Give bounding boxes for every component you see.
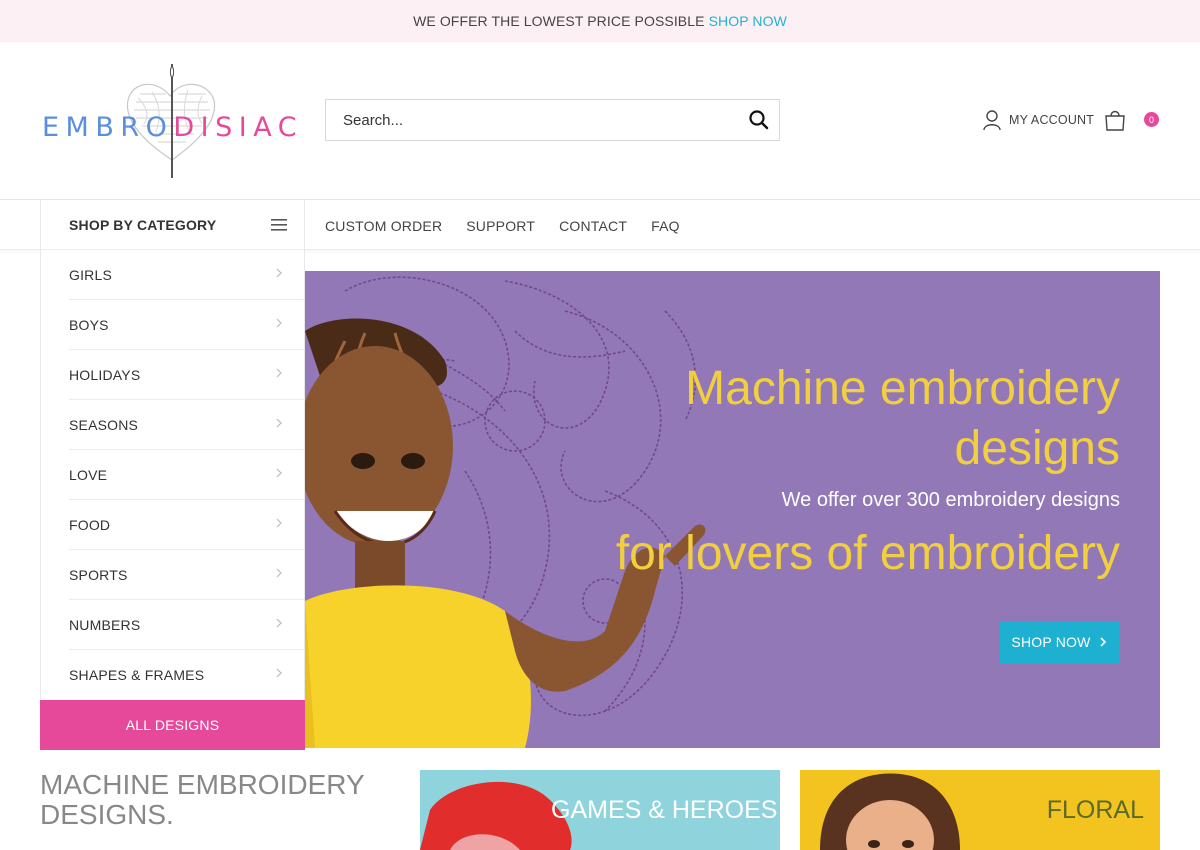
hero-shop-now-label: SHOP NOW xyxy=(1011,634,1091,650)
hamburger-menu-icon xyxy=(271,219,287,231)
category-label: FOOD xyxy=(69,517,111,533)
promo-card-floral[interactable]: FLORAL xyxy=(800,770,1160,850)
announcement-text: WE OFFER THE LOWEST PRICE POSSIBLE xyxy=(413,13,705,29)
promo-title-games-heroes: GAMES & HEROES xyxy=(551,796,778,824)
nav-links: CUSTOM ORDER SUPPORT CONTACT FAQ xyxy=(325,200,704,251)
hero-title: Machine embroidery designs xyxy=(685,359,1120,479)
chevron-right-icon xyxy=(276,468,282,478)
chevron-right-icon xyxy=(276,418,282,428)
search-input[interactable] xyxy=(326,100,726,140)
logo-text-part2: DISIAC xyxy=(173,112,304,143)
category-label: GIRLS xyxy=(69,267,113,283)
chevron-right-icon xyxy=(276,518,282,528)
announcement-bar: WE OFFER THE LOWEST PRICE POSSIBLE SHOP … xyxy=(0,0,1200,42)
category-item-numbers[interactable]: NUMBERS xyxy=(41,600,304,650)
category-item-seasons[interactable]: SEASONS xyxy=(41,400,304,450)
category-item-food[interactable]: FOOD xyxy=(41,500,304,550)
promo-title-floral: FLORAL xyxy=(1046,796,1144,824)
section-title-line1: MACHINE EMBROIDERY xyxy=(40,769,365,800)
shop-by-category-title: SHOP BY CATEGORY xyxy=(69,217,217,233)
hero-title-line2: designs xyxy=(954,422,1120,475)
section-title-line2: DESIGNS. xyxy=(40,799,174,830)
category-item-girls[interactable]: GIRLS xyxy=(41,250,304,300)
nav-link-custom-order[interactable]: CUSTOM ORDER xyxy=(325,218,442,234)
category-menu: GIRLS BOYS HOLIDAYS SEASONS LOVE FOOD SP… xyxy=(40,250,305,750)
nav-link-support[interactable]: SUPPORT xyxy=(466,218,535,234)
chevron-right-icon xyxy=(276,668,282,678)
logo[interactable]: EMBRODISIAC xyxy=(42,62,304,182)
search-icon[interactable] xyxy=(747,108,771,132)
my-account-label: MY ACCOUNT xyxy=(1009,113,1095,127)
chevron-right-icon xyxy=(276,568,282,578)
cart-count-badge: 0 xyxy=(1144,112,1159,127)
user-icon xyxy=(983,110,1001,131)
shop-by-category-toggle[interactable]: SHOP BY CATEGORY xyxy=(40,200,305,251)
hero-banner[interactable]: Machine embroidery designs We offer over… xyxy=(305,271,1160,748)
logo-text-part1: EMBRO xyxy=(42,112,174,143)
shopping-bag-icon xyxy=(1105,110,1125,131)
nav-link-faq[interactable]: FAQ xyxy=(651,218,680,234)
my-account-link[interactable]: MY ACCOUNT xyxy=(982,108,1094,132)
chevron-right-icon xyxy=(276,368,282,378)
cart-button[interactable]: 0 xyxy=(1103,108,1163,134)
category-item-sports[interactable]: SPORTS xyxy=(41,550,304,600)
category-label: SHAPES & FRAMES xyxy=(69,667,205,683)
category-label: BOYS xyxy=(69,317,109,333)
category-label: SEASONS xyxy=(69,417,139,433)
all-designs-button[interactable]: ALL DESIGNS xyxy=(40,700,305,750)
announcement-shop-now-link[interactable]: SHOP NOW xyxy=(709,13,787,29)
category-item-love[interactable]: LOVE xyxy=(41,450,304,500)
category-item-boys[interactable]: BOYS xyxy=(41,300,304,350)
chevron-right-icon xyxy=(276,318,282,328)
chevron-right-icon xyxy=(276,618,282,628)
hero-subtitle: We offer over 300 embroidery designs xyxy=(781,489,1120,511)
hero-title-line1: Machine embroidery xyxy=(685,362,1120,415)
smiling-girl-photo xyxy=(305,318,706,748)
search-bar xyxy=(325,99,780,141)
category-label: NUMBERS xyxy=(69,617,141,633)
site-header: EMBRODISIAC MY ACCOUNT 0 xyxy=(0,42,1200,200)
hero-tagline: for lovers of embroidery xyxy=(615,527,1120,580)
section-title: MACHINE EMBROIDERY DESIGNS. xyxy=(40,770,365,830)
hero-shop-now-button[interactable]: SHOP NOW xyxy=(1000,621,1120,663)
nav-link-contact[interactable]: CONTACT xyxy=(559,218,627,234)
chevron-right-icon xyxy=(1099,637,1106,647)
logo-wordmark: EMBRODISIAC xyxy=(42,112,303,143)
main-navigation: SHOP BY CATEGORY CUSTOM ORDER SUPPORT CO… xyxy=(0,199,1200,251)
category-label: HOLIDAYS xyxy=(69,367,141,383)
category-label: LOVE xyxy=(69,467,108,483)
category-item-shapes-frames[interactable]: SHAPES & FRAMES xyxy=(41,650,304,700)
promo-card-games-heroes[interactable]: GAMES & HEROES xyxy=(420,770,780,850)
chevron-right-icon xyxy=(276,268,282,278)
category-label: SPORTS xyxy=(69,567,128,583)
category-item-holidays[interactable]: HOLIDAYS xyxy=(41,350,304,400)
